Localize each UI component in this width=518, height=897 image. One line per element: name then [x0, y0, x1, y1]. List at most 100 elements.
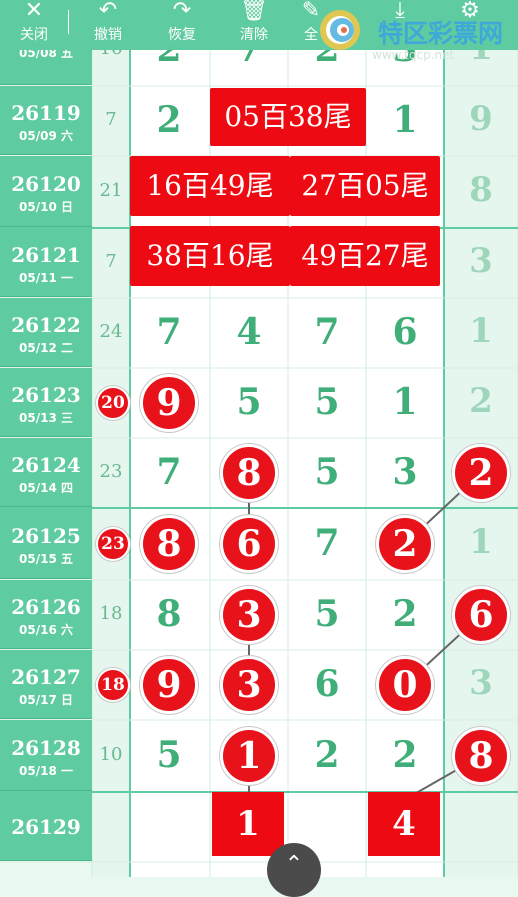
last-digit: 8 — [469, 170, 493, 210]
digit-cell: 2 — [156, 99, 182, 141]
sum-value: 23 — [99, 461, 123, 482]
issue-number: 26129 — [11, 815, 81, 839]
issue-number: 26123 — [11, 383, 81, 407]
close-icon: ✕ — [24, 0, 44, 23]
circled-number: 1 — [220, 727, 278, 785]
scroll-top-button[interactable]: ⌃ — [267, 843, 321, 897]
digit-cell: 7 — [314, 311, 340, 353]
issue-date: 05/16 六 — [19, 623, 73, 637]
circled-number: 9 — [140, 374, 198, 432]
issue-number: 26119 — [11, 101, 81, 125]
circled-number: 6 — [452, 586, 510, 644]
last-digit: 1 — [469, 311, 493, 351]
logo-text: 特区彩票网 — [378, 19, 504, 48]
issue-date: 05/13 三 — [19, 411, 73, 425]
redo-icon: ↷ — [172, 0, 192, 23]
logo-swirl-icon — [320, 10, 360, 50]
issue-label: 26125 05/15 五 — [0, 508, 92, 579]
digit-cell: 3 — [392, 451, 418, 493]
last-digit: 9 — [469, 99, 493, 139]
digit-cell: 5 — [236, 381, 262, 423]
issue-label: 26126 05/16 六 — [0, 580, 92, 649]
hundreds-tail-badge: 49百27尾 — [290, 226, 440, 286]
digit-cell: 1 — [392, 381, 418, 423]
sum-circle: 20 — [96, 386, 130, 420]
last-digit: 2 — [469, 381, 493, 421]
digit-cell: 4 — [236, 311, 262, 353]
digit-cell: 8 — [156, 593, 182, 635]
issue-date: 05/14 四 — [19, 481, 73, 495]
digit-cell: 5 — [156, 734, 182, 776]
issue-date: 05/17 日 — [19, 693, 73, 707]
lottery-trend-chart: 05/08 五16272312611905/09 六72192612005/10… — [0, 0, 518, 877]
undo-button[interactable]: ↶ 撤销 — [76, 0, 140, 50]
issue-date: 05/18 一 — [19, 764, 73, 778]
circled-number: 0 — [376, 656, 434, 714]
last-digit: 1 — [469, 522, 493, 562]
circled-number: 8 — [452, 727, 510, 785]
issue-label: 26120 05/10 日 — [0, 156, 92, 227]
issue-date: 05/11 一 — [19, 271, 73, 285]
sum-value: 18 — [99, 603, 123, 624]
prediction-square: 4 — [368, 792, 440, 856]
sum-value: 7 — [105, 251, 117, 272]
issue-date: 05/09 六 — [19, 129, 73, 143]
issue-label: 26124 05/14 四 — [0, 438, 92, 507]
digit-cell: 6 — [392, 311, 418, 353]
circled-number: 6 — [220, 515, 278, 573]
issue-label: 26127 05/17 日 — [0, 650, 92, 719]
last-digit: 3 — [469, 663, 493, 703]
toolbar-divider — [68, 10, 69, 34]
sum-value: 7 — [105, 109, 117, 130]
digit-cell: 7 — [156, 451, 182, 493]
site-logo: 特区彩票网 — [312, 6, 512, 52]
trash-icon: 🗑 — [240, 0, 268, 23]
issue-number: 26120 — [11, 172, 81, 196]
circled-number: 2 — [376, 515, 434, 573]
circled-number: 8 — [140, 515, 198, 573]
issue-date: 05/15 五 — [19, 552, 73, 566]
undo-icon: ↶ — [98, 0, 118, 23]
issue-label: 26128 05/18 一 — [0, 720, 92, 791]
digit-cell: 5 — [314, 381, 340, 423]
chevron-up-icon: ⌃ — [284, 852, 304, 877]
circled-number: 2 — [452, 444, 510, 502]
digit-cell: 7 — [156, 311, 182, 353]
issue-number: 26128 — [11, 736, 81, 760]
digit-cell: 6 — [314, 663, 340, 705]
circled-number: 3 — [220, 586, 278, 644]
issue-number: 26121 — [11, 243, 81, 267]
issue-label: 26129 — [0, 792, 92, 861]
circled-number: 3 — [220, 656, 278, 714]
redo-button[interactable]: ↷ 恢复 — [150, 0, 214, 50]
issue-number: 26125 — [11, 524, 81, 548]
issue-label: 26119 05/09 六 — [0, 86, 92, 155]
issue-number: 26127 — [11, 665, 81, 689]
sum-circle: 18 — [96, 668, 130, 702]
issue-number: 26122 — [11, 313, 81, 337]
last-digit: 3 — [469, 241, 493, 281]
digit-cell: 2 — [392, 734, 418, 776]
issue-label: 26123 05/13 三 — [0, 368, 92, 437]
prediction-square: 1 — [212, 792, 284, 856]
sum-value: 24 — [99, 321, 123, 342]
issue-number: 26126 — [11, 595, 81, 619]
hundreds-tail-badge: 27百05尾 — [290, 156, 440, 216]
sum-circle: 23 — [96, 527, 130, 561]
circled-number: 8 — [220, 444, 278, 502]
issue-label: 26122 05/12 二 — [0, 298, 92, 367]
issue-date: 05/10 日 — [19, 200, 73, 214]
sum-value: 10 — [99, 744, 123, 765]
digit-cell: 5 — [314, 593, 340, 635]
close-button[interactable]: ✕ 关闭 — [2, 0, 66, 50]
issue-label: 26121 05/11 一 — [0, 228, 92, 297]
hundreds-tail-badge: 16百49尾 — [130, 156, 290, 216]
digit-cell: 2 — [392, 593, 418, 635]
clear-button[interactable]: 🗑 清除 — [222, 0, 286, 50]
hundreds-tail-badge: 05百38尾 — [210, 88, 366, 146]
digit-cell: 5 — [314, 451, 340, 493]
circled-number: 9 — [140, 656, 198, 714]
digit-cell: 1 — [392, 99, 418, 141]
issue-number: 26124 — [11, 453, 81, 477]
digit-cell: 2 — [314, 734, 340, 776]
